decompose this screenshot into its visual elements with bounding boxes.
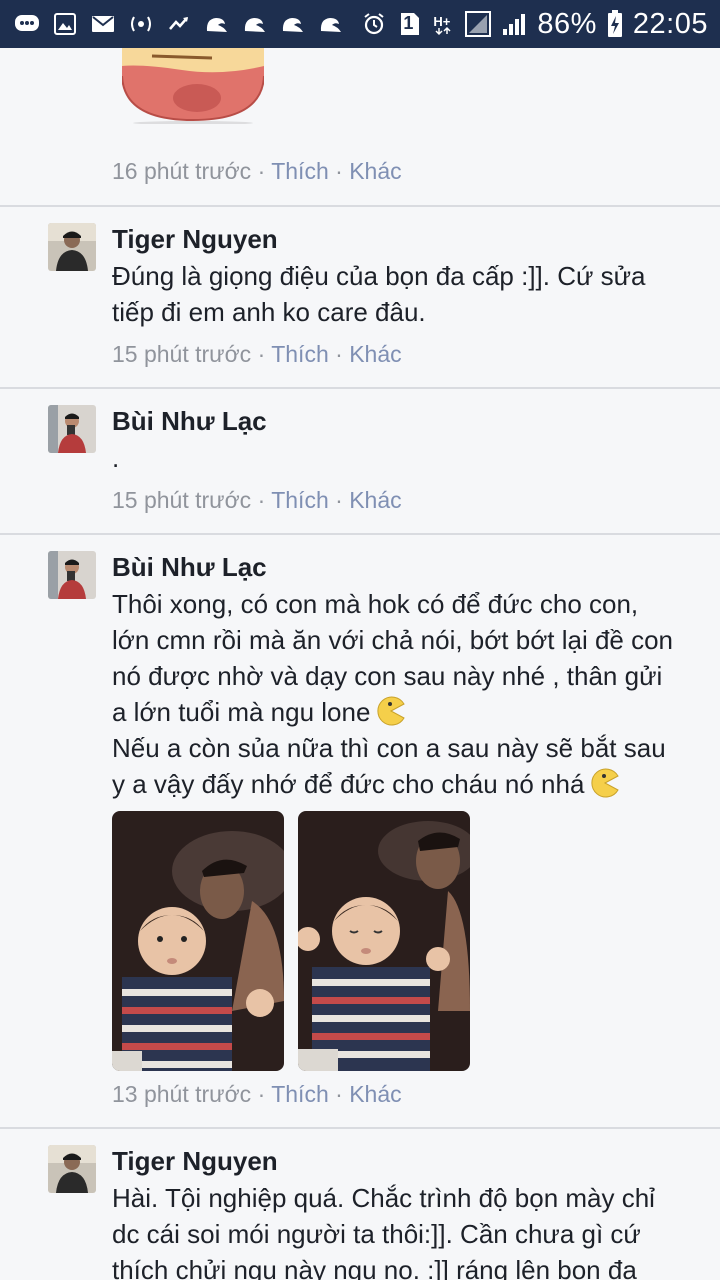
sync-icon [166,12,192,36]
comment-time: 15 phút trước [112,487,252,513]
uc-browser-icon [280,12,306,36]
comment-author[interactable]: Bùi Như Lạc [112,552,267,583]
comment-line: Đúng là giọng điệu của bọn đa cấp :]]. C… [112,261,646,291]
separator: · [257,487,266,513]
avatar[interactable] [48,223,96,271]
separator: · [335,487,343,513]
comment-line: dc cái soi mói người ta thôi:]]. Cần chư… [112,1219,641,1249]
system-icons: 1 H+ 86% 22:05 [361,0,708,48]
sim-badge: 1 [403,13,414,33]
more-link[interactable]: Khác [349,341,401,367]
separator: · [257,158,266,184]
comment-author[interactable]: Tiger Nguyen [112,224,278,255]
comment-line: Thôi xong, có con mà hok có để đức cho c… [112,589,639,619]
comment-line: . [112,443,120,473]
like-link[interactable]: Thích [271,1081,329,1107]
comment-meta: 13 phút trước · Thích · Khác [112,1081,402,1108]
separator: · [335,341,343,367]
uc-browser-icon [204,12,230,36]
uc-browser-icon [242,12,268,36]
separator: · [335,158,343,184]
more-link[interactable]: Khác [349,158,401,184]
comment-meta: 15 phút trước · Thích · Khác [112,487,402,514]
battery-percent: 86% [537,7,597,40]
like-link[interactable]: Thích [271,341,329,367]
avatar[interactable] [48,551,96,599]
comment-feed[interactable]: 16 phút trước · Thích · Khác Tiger Nguye… [0,48,720,1280]
divider [0,533,720,535]
more-link[interactable]: Khác [349,1081,401,1107]
more-link[interactable]: Khác [349,487,401,513]
separator: · [335,1081,343,1107]
comment-line: tiếp đi em anh ko care đâu. [112,297,426,327]
signal-box-icon [465,11,492,37]
comment-line: nó được nhờ và dạy con sau này nhé , thâ… [112,661,663,691]
comment-author[interactable]: Bùi Như Lạc [112,406,267,437]
wifi-off-icon [128,12,154,36]
comment-time: 16 phút trước [112,158,252,184]
comment-text: Hài. Tội nghiệp quá. Chắc trình độ bọn m… [112,1180,712,1280]
attached-photo[interactable] [298,811,470,1071]
comment-line: lớn cmn rồi mà ăn với chả nói, bớt bớt l… [112,625,674,655]
pacman-emoji-icon [590,768,620,798]
comment-text: . [112,440,712,476]
comment-line: thích chửi ngu này ngu no. :]] ráng lên … [112,1255,637,1280]
comment-time: 13 phút trước [112,1081,252,1107]
uc-browser-icon [318,12,344,36]
gallery-icon [52,12,78,36]
comment-line-with-emoji: a lớn tuổi mà ngu lone [112,694,712,730]
comment-meta: 15 phút trước · Thích · Khác [112,341,402,368]
comment-text: Thôi xong, có con mà hok có để đức cho c… [112,586,712,802]
like-link[interactable]: Thích [271,487,329,513]
comment-line: Hài. Tội nghiệp quá. Chắc trình độ bọn m… [112,1183,655,1213]
avatar[interactable] [48,1145,96,1193]
battery-charging-icon [607,10,623,37]
clock: 22:05 [632,7,708,40]
like-link[interactable]: Thích [271,158,329,184]
avatar[interactable] [48,405,96,453]
network-type-icon: H+ [433,12,455,36]
mail-icon [90,12,116,36]
sticker [121,48,265,125]
signal-strength-icon [501,12,527,36]
divider [0,387,720,389]
sim-icon: 1 [397,12,423,36]
separator: · [257,341,266,367]
chat-icon [14,12,40,36]
comment-line-with-emoji: y a vậy đấy nhớ để đức cho cháu nó nhá [112,766,712,802]
comment-meta: 16 phút trước · Thích · Khác [112,158,402,185]
notification-icons [14,0,344,48]
status-bar: 1 H+ 86% 22:05 [0,0,720,48]
divider [0,205,720,207]
divider [0,1127,720,1129]
attached-photo[interactable] [112,811,284,1071]
separator: · [257,1081,266,1107]
comment-line: Nếu a còn sủa nữa thì con a sau này sẽ b… [112,733,666,763]
comment-time: 15 phút trước [112,341,252,367]
comment-author[interactable]: Tiger Nguyen [112,1146,278,1177]
comment-text: Đúng là giọng điệu của bọn đa cấp :]]. C… [112,258,712,330]
pacman-emoji-icon [376,696,406,726]
alarm-icon [361,12,387,36]
